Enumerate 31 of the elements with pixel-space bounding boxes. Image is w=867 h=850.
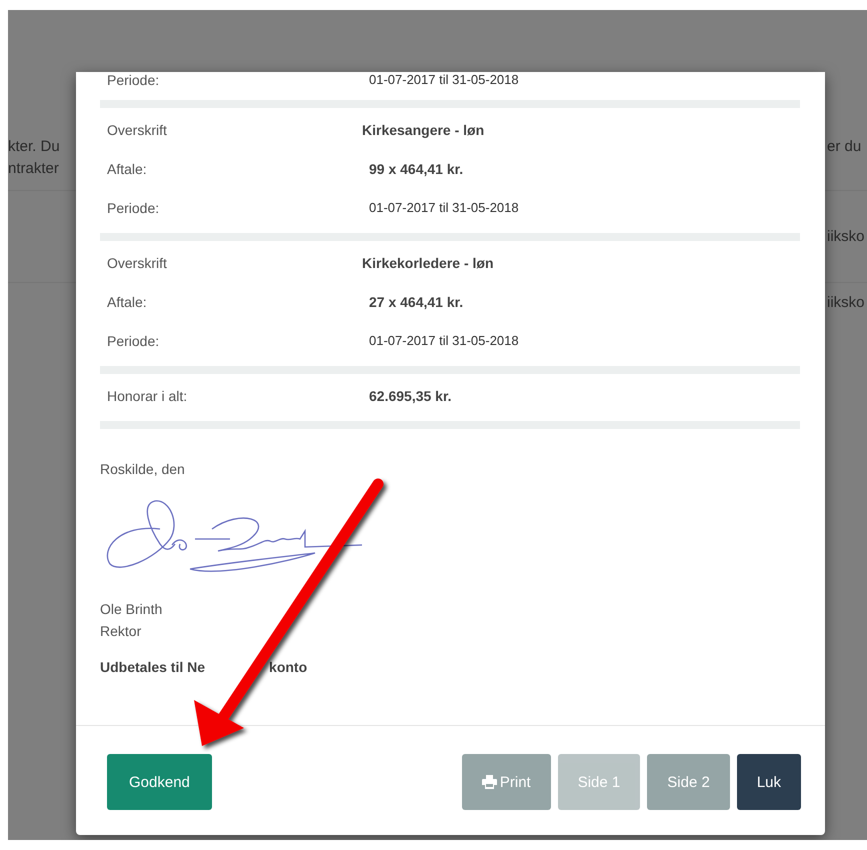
field-label: Aftale: bbox=[107, 294, 148, 310]
field-value: 99 x 464,41 kr. bbox=[368, 160, 464, 176]
field-label: Overskrift bbox=[107, 254, 168, 270]
signer-name: Ole Brinth bbox=[100, 601, 162, 617]
field-value: 27 x 464,41 kr. bbox=[368, 294, 464, 310]
field-label: Aftale: bbox=[107, 160, 148, 176]
page-text: kter. Du bbox=[8, 138, 60, 155]
page-text: iiksko bbox=[827, 228, 865, 245]
field-label: Honorar i alt: bbox=[107, 388, 188, 404]
field-label: Periode: bbox=[107, 200, 160, 216]
dialog-button[interactable]: Godkend bbox=[107, 754, 212, 810]
payment-note: konto bbox=[269, 659, 308, 675]
field-value: Kirkesangere - løn bbox=[362, 122, 484, 138]
field-label: Overskrift bbox=[107, 122, 168, 138]
print-button[interactable]: Print bbox=[462, 754, 551, 810]
place-date-text: Roskilde, den bbox=[100, 461, 185, 477]
field-label: Periode: bbox=[107, 72, 160, 88]
field-value: Kirkekorledere - løn bbox=[362, 254, 494, 270]
dialog-button[interactable]: Side 2 bbox=[647, 754, 730, 810]
page-text: er du bbox=[827, 138, 862, 155]
payment-note: Udbetales til Ne bbox=[100, 659, 206, 675]
field-value: 01-07-2017 til 31-05-2018 bbox=[368, 333, 519, 348]
dialog-button[interactable]: Luk bbox=[736, 754, 801, 810]
page-text: ntrakter bbox=[8, 160, 59, 177]
field-value: 01-07-2017 til 31-05-2018 bbox=[368, 72, 519, 87]
field-value: 62.695,35 kr. bbox=[368, 388, 452, 404]
field-label: Periode: bbox=[107, 332, 160, 348]
page-text: iiksko bbox=[827, 294, 865, 311]
printer-icon bbox=[482, 775, 497, 789]
field-value: 01-07-2017 til 31-05-2018 bbox=[368, 200, 519, 215]
signer-title: Rektor bbox=[100, 623, 142, 639]
